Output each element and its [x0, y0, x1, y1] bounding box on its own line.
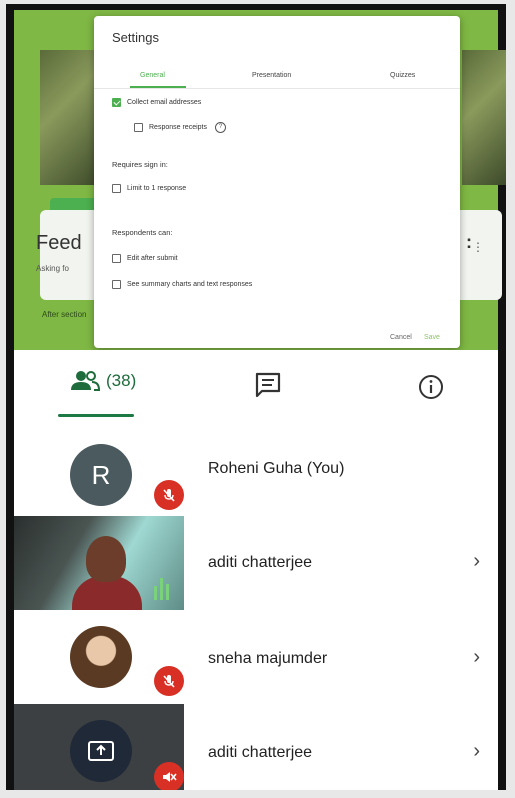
- response-receipts-label: Response receipts: [149, 124, 207, 131]
- dialog-title: Settings: [112, 30, 159, 45]
- participant-name: aditi chatterjee: [208, 744, 313, 761]
- see-summary-checkbox[interactable]: [112, 280, 121, 289]
- chevron-right-icon[interactable]: ›: [473, 740, 480, 763]
- video-thumbnail: [14, 516, 184, 610]
- tab-quizzes[interactable]: Quizzes: [390, 72, 415, 79]
- tab-general[interactable]: General: [140, 72, 165, 79]
- edit-after-submit-row[interactable]: Edit after submit: [112, 254, 178, 263]
- collect-email-checkbox[interactable]: [112, 98, 121, 107]
- tab-chat[interactable]: [254, 372, 282, 398]
- kebab-icon[interactable]: ⋮: [472, 240, 484, 254]
- present-screen-icon: [70, 720, 132, 782]
- chat-icon: [255, 372, 281, 398]
- tab-info[interactable]: [418, 374, 444, 400]
- active-tab-indicator: [58, 414, 134, 417]
- speaking-indicator-icon: [154, 578, 169, 600]
- settings-dialog: Settings General Presentation Quizzes Co…: [94, 16, 460, 348]
- header-photo-left: [40, 50, 100, 185]
- tab-people[interactable]: (38): [70, 370, 136, 392]
- volume-off-icon: [154, 762, 184, 790]
- participant-row[interactable]: R Roheni Guha (You): [14, 424, 498, 518]
- participant-count: (38): [106, 371, 137, 390]
- people-icon: [71, 371, 100, 391]
- participants-panel: (38) R Roheni Guha (You) aditi chatterje…: [14, 350, 498, 790]
- active-tab-indicator: [130, 86, 186, 88]
- response-receipts-checkbox[interactable]: [134, 123, 143, 132]
- save-button[interactable]: Save: [424, 334, 440, 341]
- form-title: Feed: [36, 232, 82, 254]
- respondents-can-heading: Respondents can:: [112, 228, 173, 237]
- limit-response-row[interactable]: Limit to 1 response: [112, 184, 186, 193]
- collect-email-row[interactable]: Collect email addresses: [112, 98, 201, 107]
- participant-name: aditi chatterjee: [208, 554, 313, 571]
- participant-row[interactable]: aditi chatterjee ›: [14, 704, 498, 790]
- mic-off-icon: [154, 480, 184, 510]
- after-section-label: After section: [42, 310, 87, 319]
- limit-response-checkbox[interactable]: [112, 184, 121, 193]
- info-icon: [419, 375, 443, 399]
- see-summary-row[interactable]: See summary charts and text responses: [112, 280, 252, 289]
- avatar: [70, 626, 132, 688]
- help-icon[interactable]: ?: [214, 122, 226, 133]
- participant-row[interactable]: sneha majumder ›: [14, 610, 498, 704]
- form-description: Asking fo: [36, 264, 69, 273]
- edit-after-submit-checkbox[interactable]: [112, 254, 121, 263]
- participant-name: sneha majumder: [208, 650, 328, 667]
- see-summary-label: See summary charts and text responses: [127, 281, 253, 288]
- response-receipts-row[interactable]: Response receipts ?: [134, 122, 226, 133]
- collect-email-label: Collect email addresses: [127, 99, 202, 106]
- header-photo-right: [462, 50, 506, 185]
- edit-after-submit-label: Edit after submit: [127, 255, 178, 262]
- limit-response-label: Limit to 1 response: [127, 185, 187, 192]
- chevron-right-icon[interactable]: ›: [473, 550, 480, 573]
- cancel-button[interactable]: Cancel: [390, 334, 412, 341]
- chevron-right-icon[interactable]: ›: [473, 646, 480, 669]
- mic-off-icon: [154, 666, 184, 696]
- tab-presentation[interactable]: Presentation: [252, 72, 291, 79]
- presentation-thumbnail: [14, 704, 184, 790]
- screen-frame: Feed Asking fo After section : ⋮ Setting…: [6, 4, 506, 790]
- avatar: R: [70, 444, 132, 506]
- participant-row[interactable]: aditi chatterjee ›: [14, 516, 498, 610]
- participant-name: Roheni Guha (You): [208, 460, 345, 477]
- requires-sign-in-heading: Requires sign in:: [112, 160, 168, 169]
